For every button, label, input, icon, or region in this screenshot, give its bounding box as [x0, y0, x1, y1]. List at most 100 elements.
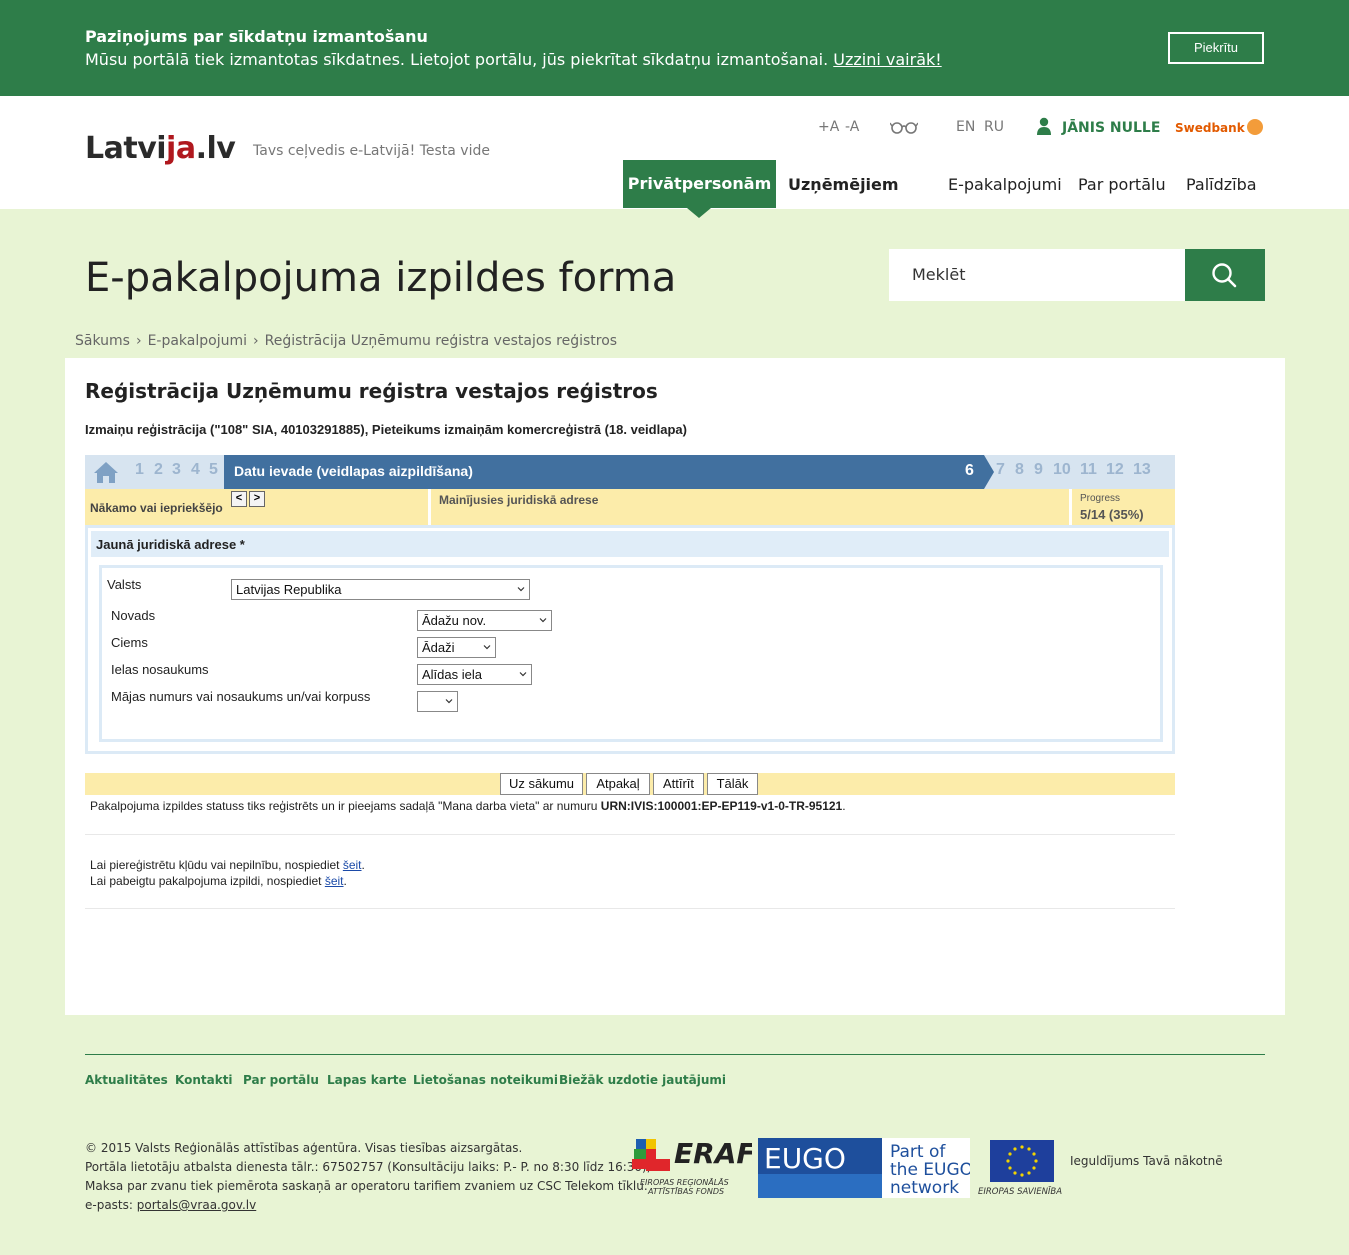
cookie-message: Mūsu portālā tiek izmantotas sīkdatnes. … — [85, 50, 829, 69]
lang-en-link[interactable]: EN — [956, 119, 975, 135]
search-icon — [1212, 263, 1237, 288]
report-error-link[interactable]: šeit — [343, 858, 362, 872]
eugo-part-2: the EUGO — [890, 1160, 970, 1180]
cookie-accept-button[interactable]: Piekrītu — [1168, 32, 1264, 64]
logo-part-3: .lv — [195, 131, 236, 166]
form-action-bar: Uz sākumu Atpakaļ Attīrīt Tālāk — [85, 773, 1175, 795]
next-section-button[interactable]: > — [249, 491, 265, 507]
footer-copyright: © 2015 Valsts Reģionālās attīstības aģen… — [85, 1139, 651, 1215]
step-3[interactable]: 3 — [172, 461, 181, 479]
user-menu[interactable]: JĀNIS NULLE — [1036, 117, 1160, 136]
lang-ru-link[interactable]: RU — [984, 119, 1004, 135]
accessibility-glasses-icon[interactable] — [890, 120, 918, 134]
search-button[interactable] — [1185, 249, 1265, 301]
report-error-text: Lai piereģistrētu kļūdu vai nepilnību, n… — [90, 858, 340, 872]
swedbank-oak-icon — [1246, 119, 1263, 135]
site-logo[interactable]: Latvija.lv — [85, 131, 236, 166]
finish-note: Lai pabeigtu pakalpojuma izpildi, nospie… — [90, 874, 347, 888]
street-value: Alīdas iela — [422, 667, 482, 682]
country-value: Latvijas Republika — [236, 582, 342, 597]
next-button[interactable]: Tālāk — [707, 773, 758, 795]
email-label: e-pasts: — [85, 1198, 133, 1212]
email-link[interactable]: portals@vraa.gov.lv — [137, 1198, 256, 1212]
chevron-down-icon — [445, 699, 453, 704]
progress-label: Progress — [1080, 493, 1121, 504]
cookie-text: Mūsu portālā tiek izmantotas sīkdatnes. … — [85, 50, 942, 69]
user-icon — [1037, 117, 1051, 135]
country-select[interactable]: Latvijas Republika — [231, 579, 530, 600]
step-11: 11 — [1080, 461, 1097, 478]
start-button[interactable]: Uz sākumu — [500, 773, 583, 795]
street-label: Ielas nosaukums — [111, 662, 209, 677]
cookie-more-link[interactable]: Uzzini vairāk! — [833, 50, 941, 69]
step-13: 13 — [1133, 461, 1151, 478]
footer-link-contacts[interactable]: Kontakti — [175, 1073, 233, 1087]
county-select[interactable]: Ādažu nov. — [417, 610, 552, 631]
section-title: Mainījusies juridiskā adrese — [439, 493, 599, 507]
divider — [85, 834, 1175, 835]
step-2[interactable]: 2 — [154, 461, 163, 479]
breadcrumb-separator: › — [135, 333, 142, 349]
font-decrease-button[interactable]: -A — [845, 119, 859, 135]
step-7: 7 — [996, 461, 1005, 478]
breadcrumb-eservices[interactable]: E-pakalpojumi — [148, 333, 247, 349]
breadcrumb: Sākums › E-pakalpojumi › Reģistrācija Uzņēmu… — [75, 333, 617, 349]
report-error-note: Lai piereģistrētu kļūdu vai nepilnību, n… — [90, 858, 365, 872]
step-5[interactable]: 5 — [209, 461, 218, 479]
form-heading: Reģistrācija Uzņēmumu reģistra vestajos … — [85, 379, 658, 403]
eraf-logo: ERAF EIROPAS REĢIONĀLĀS ATTĪSTĪBAS FONDS — [632, 1137, 752, 1196]
chevron-down-icon — [539, 618, 547, 623]
village-value: Ādaži — [422, 640, 455, 655]
home-icon[interactable] — [93, 460, 119, 484]
nav-label: Nākamo vai iepriekšējo — [90, 501, 223, 515]
step-10: 10 — [1053, 461, 1071, 478]
step-1[interactable]: 1 — [135, 461, 144, 479]
footer-link-about[interactable]: Par portālu — [243, 1073, 319, 1087]
house-select[interactable] — [417, 691, 458, 712]
divider — [85, 908, 1175, 909]
reset-button[interactable]: Attīrīt — [653, 773, 704, 795]
step-info-row: Nākamo vai iepriekšējo < > Mainījusies j… — [85, 489, 1175, 525]
nav-about[interactable]: Par portālu — [1078, 175, 1166, 194]
back-button[interactable]: Atpakaļ — [586, 773, 650, 795]
step-4[interactable]: 4 — [191, 461, 200, 479]
footer-link-terms[interactable]: Lietošanas noteikumi — [413, 1073, 558, 1087]
user-name: JĀNIS NULLE — [1062, 120, 1161, 136]
eugo-part-1: Part of — [890, 1142, 946, 1162]
step-8: 8 — [1015, 461, 1024, 478]
breadcrumb-home[interactable]: Sākums — [75, 333, 130, 349]
step-6: 6 — [965, 462, 974, 479]
footer-link-faq[interactable]: Biežāk uzdotie jautājumi — [559, 1073, 726, 1087]
eu-caption: EIROPAS SAVIENĪBA — [978, 1186, 1062, 1197]
finish-link[interactable]: šeit — [325, 874, 344, 888]
nav-private-persons[interactable]: Privātpersonām — [623, 160, 776, 218]
chevron-down-icon — [519, 672, 527, 677]
eu-flag-logo: EIROPAS SAVIENĪBA — [978, 1140, 1062, 1197]
eugo-text: EUGO — [764, 1142, 846, 1175]
step-12: 12 — [1106, 461, 1124, 478]
status-text: Pakalpojuma izpildes statuss tiks reģist… — [90, 799, 598, 813]
house-label: Mājas numurs vai nosaukums un/vai korpus… — [111, 689, 371, 704]
eraf-subtitle-1: EIROPAS REĢIONĀLĀS — [640, 1177, 729, 1187]
tagline: Tavs ceļvedis e-Latvijā! Testa vide — [253, 143, 490, 159]
eraf-text: ERAF — [674, 1137, 752, 1170]
nav-eservices[interactable]: E-pakalpojumi — [948, 175, 1062, 194]
village-select[interactable]: Ādaži — [417, 637, 496, 658]
street-select[interactable]: Alīdas iela — [417, 664, 532, 685]
eraf-subtitle-2: ATTĪSTĪBAS FONDS — [647, 1186, 724, 1196]
nav-business[interactable]: Uzņēmējiem — [788, 175, 899, 194]
status-code: URN:IVIS:100001:EP-EP119-v1-0-TR-95121 — [600, 799, 843, 813]
prev-section-button[interactable]: < — [231, 491, 247, 507]
county-value: Ādažu nov. — [422, 613, 487, 628]
footer-link-news[interactable]: Aktualitātes — [85, 1073, 168, 1087]
bank-logo: Swedbank — [1175, 119, 1263, 135]
investment-slogan: Ieguldījums Tavā nākotnē — [1070, 1154, 1223, 1168]
chevron-down-icon — [517, 587, 525, 592]
step-active-label: Datu ievade (veidlapas aizpildīšana) — [234, 463, 473, 479]
progress-value: 5/14 (35%) — [1080, 507, 1144, 522]
font-increase-button[interactable]: +A — [818, 119, 839, 135]
cookie-title: Paziņojums par sīkdatņu izmantošanu — [85, 27, 428, 46]
nav-help[interactable]: Palīdzība — [1186, 175, 1257, 194]
footer-link-sitemap[interactable]: Lapas karte — [327, 1073, 407, 1087]
search-input[interactable]: Meklēt — [889, 249, 1185, 301]
